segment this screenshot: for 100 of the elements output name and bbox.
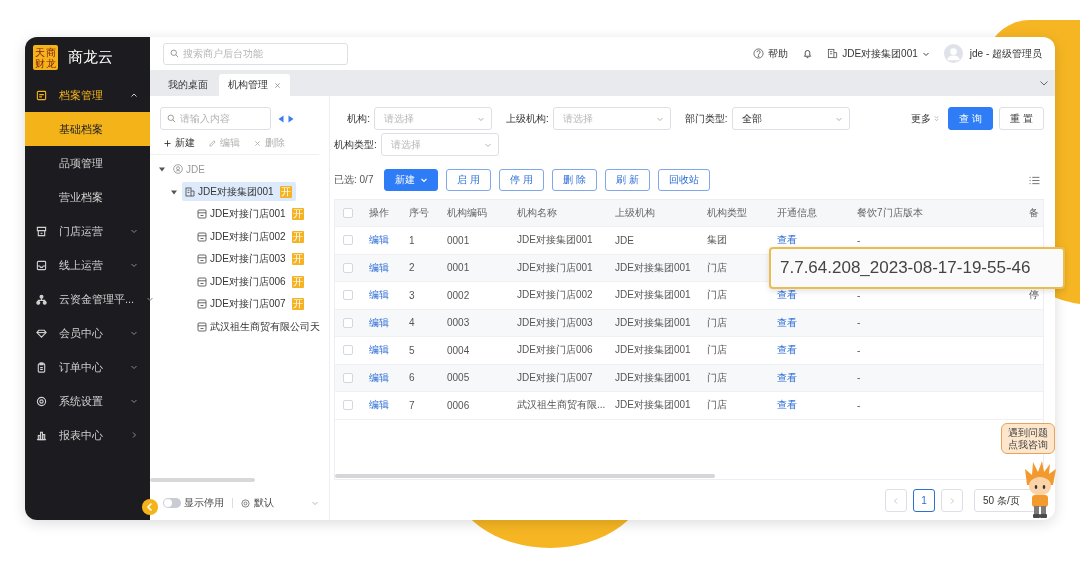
edit-link[interactable]: 编辑 <box>369 316 389 328</box>
selected-count: 已选: 0/7 <box>334 173 374 187</box>
arrow-right-icon[interactable] <box>288 114 294 123</box>
table-cell-text: - <box>856 399 862 411</box>
edit-link[interactable]: 编辑 <box>369 234 389 246</box>
add-button[interactable]: 新建 <box>164 136 195 150</box>
edit-link[interactable]: 编辑 <box>369 344 389 356</box>
tab[interactable]: 机构管理 <box>219 74 290 96</box>
close-icon <box>254 139 261 147</box>
more-link[interactable]: 更多 <box>911 111 941 126</box>
tree-item[interactable]: JDE对接集团001 开 <box>182 182 296 202</box>
status-badge: 开 <box>279 185 292 198</box>
store-icon <box>197 209 207 220</box>
nav-subitem[interactable]: 营业档案 <box>25 180 150 214</box>
column-header: 上级机构 <box>614 206 656 220</box>
collapse-icon[interactable] <box>142 499 158 515</box>
settings-icon <box>36 395 47 407</box>
view-select[interactable]: 默认 <box>241 496 319 510</box>
table-cell-text: 7 <box>408 399 416 411</box>
delete-button[interactable]: 删 除 <box>552 169 597 191</box>
disable-button[interactable]: 停 用 <box>499 169 545 191</box>
search-icon <box>170 49 179 58</box>
close-icon[interactable] <box>274 81 281 89</box>
refresh-button[interactable]: 刷 新 <box>604 169 650 191</box>
row-checkbox[interactable] <box>343 235 353 246</box>
bell-icon[interactable] <box>802 48 814 59</box>
chevron-down-icon[interactable] <box>1039 78 1049 88</box>
table-cell-text: 1 <box>408 234 416 246</box>
table-cell-text: JDE对接集团001 <box>614 343 692 358</box>
column-header: 备 <box>1028 206 1040 220</box>
view-link[interactable]: 查看 <box>777 371 797 383</box>
row-checkbox[interactable] <box>343 290 353 301</box>
query-button[interactable]: 查 询 <box>948 107 994 130</box>
view-link[interactable]: 查看 <box>777 289 797 301</box>
list-icon[interactable] <box>1029 175 1040 185</box>
chevron-right-icon <box>948 496 956 505</box>
tree-item[interactable]: 武汉祖生商贸有限公司天 <box>194 317 324 337</box>
tree-item[interactable]: JDE对接门店006 开 <box>194 272 308 292</box>
table-cell-text: 集团 <box>706 233 728 248</box>
filter-label: 部门类型: <box>684 111 728 126</box>
enable-button[interactable]: 启 用 <box>446 169 492 191</box>
arrow-left-icon[interactable] <box>278 114 284 123</box>
edit-link[interactable]: 编辑 <box>369 261 389 273</box>
table-cell-text: 门店 <box>706 398 728 413</box>
user-menu[interactable]: jde - 超级管理员 <box>943 44 1042 63</box>
bar-chart-icon <box>36 429 47 441</box>
edit-link[interactable]: 编辑 <box>369 371 389 383</box>
view-link[interactable]: 查看 <box>777 234 797 246</box>
row-checkbox[interactable] <box>343 400 353 411</box>
nav-item[interactable]: 云资金管理平... <box>25 282 150 316</box>
edit-link[interactable]: 编辑 <box>369 399 389 411</box>
store-icon <box>197 231 207 242</box>
table-cell-text: JDE <box>614 234 635 246</box>
nav-item[interactable]: 系统设置 <box>25 384 150 418</box>
mascot-drawing[interactable] <box>1022 461 1058 519</box>
help-link[interactable]: 帮助 <box>753 46 789 61</box>
view-link[interactable]: 查看 <box>777 316 797 328</box>
view-link[interactable]: 查看 <box>777 344 797 356</box>
edit-link[interactable]: 编辑 <box>369 289 389 301</box>
tree-item[interactable]: JDE对接门店007 开 <box>194 294 308 314</box>
archive-icon <box>36 89 47 101</box>
tree-item[interactable]: JDE对接门店002 开 <box>194 227 308 247</box>
row-checkbox[interactable] <box>343 317 353 328</box>
view-link[interactable]: 查看 <box>777 399 797 411</box>
nav-item[interactable]: 会员中心 <box>25 316 150 350</box>
help-bubble[interactable]: 遇到问题 点我咨询 <box>1001 423 1055 454</box>
reset-button[interactable]: 重 置 <box>999 107 1044 130</box>
table-cell-text: 门店 <box>706 260 728 275</box>
nav-item[interactable]: 档案管理 <box>25 78 150 112</box>
tree-item[interactable]: JDE对接门店003 开 <box>194 249 308 269</box>
store-icon <box>197 321 207 332</box>
tab[interactable]: 我的桌面 <box>159 74 217 96</box>
toggle-switch[interactable] <box>163 498 181 508</box>
recycle-bin-button[interactable]: 回收站 <box>657 169 710 191</box>
nav-item[interactable]: 订单中心 <box>25 350 150 384</box>
chevron-down-icon <box>311 499 319 507</box>
page-button[interactable]: 1 <box>913 489 935 512</box>
tree-item[interactable]: JDE对接门店001 开 <box>194 204 308 224</box>
nav-subitem[interactable]: 品项管理 <box>25 146 150 180</box>
table-cell-text: JDE对接集团001 <box>614 370 692 385</box>
nav-item[interactable]: 门店运营 <box>25 214 150 248</box>
scrollbar[interactable] <box>150 478 255 482</box>
row-checkbox[interactable] <box>343 345 353 356</box>
row-checkbox[interactable] <box>343 262 353 273</box>
select-field[interactable]: 全部 <box>731 107 850 130</box>
row-checkbox[interactable] <box>343 372 353 383</box>
caret-icon[interactable] <box>158 165 166 174</box>
select-all-checkbox[interactable] <box>343 208 353 218</box>
toggle-label: 显示停用 <box>184 496 224 510</box>
table-cell-text: JDE对接门店006 <box>516 343 594 358</box>
table-cell-text: JDE对接集团001 <box>614 288 692 303</box>
table-cell-text: JDE对接门店003 <box>516 315 594 330</box>
new-button[interactable]: 新建 <box>384 169 439 191</box>
nav-item[interactable]: 报表中心 <box>25 418 150 452</box>
table-cell-text: JDE对接门店001 <box>516 260 594 275</box>
table-cell-text: 0006 <box>446 399 471 411</box>
nav-subitem[interactable]: 基础档案 <box>25 112 150 146</box>
org-switcher[interactable]: JDE对接集团001 <box>827 46 930 61</box>
status-badge: 开 <box>291 275 304 288</box>
nav-item[interactable]: 线上运营 <box>25 248 150 282</box>
